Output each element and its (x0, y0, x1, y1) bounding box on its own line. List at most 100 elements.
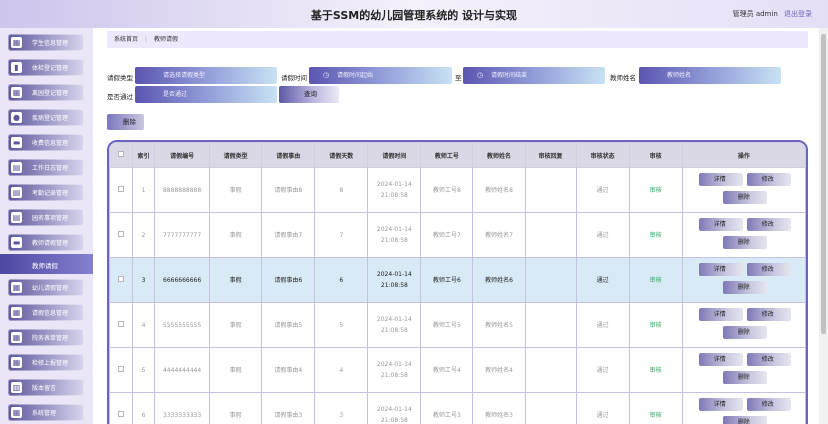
sidebar-item[interactable]: ▤ 考勤记录管理 (8, 184, 84, 201)
audit-link[interactable]: 审核 (650, 367, 662, 374)
sidebar-item[interactable]: ▮ 体检登记管理 (8, 59, 84, 76)
sidebar-item[interactable]: ▦ 离园登记管理 (8, 84, 84, 101)
teacher-name-input[interactable]: 教师姓名 (639, 67, 781, 84)
table-row[interactable]: 3 6666666666 事假 请假事由6 6 2024-01-14 21:08:58 教师… (109, 257, 806, 303)
column-header: 请假类型 (209, 142, 263, 168)
leave-type-select[interactable]: 请选择请假类型 (135, 67, 277, 84)
page-scrollbar[interactable] (819, 28, 828, 424)
sidebar-item[interactable]: ▦ 系统管理 (8, 404, 84, 421)
delete-button[interactable]: 删除 (722, 281, 767, 294)
edit-button[interactable]: 修改 (746, 398, 791, 411)
cell-reply (524, 257, 577, 303)
detail-button[interactable]: 详情 (698, 218, 743, 231)
to-label: 至 (455, 74, 462, 82)
delete-button[interactable]: 删除 (722, 191, 767, 204)
table-row[interactable]: 2 7777777777 事假 请假事由7 7 2024-01-14 21:08:58 教师… (109, 212, 806, 258)
cell-ops: 详情 修改删除 (681, 257, 806, 303)
table-row[interactable]: 4 5555555555 事假 请假事由5 5 2024-01-14 21:08:58 教师… (109, 302, 806, 348)
sidebar-item[interactable]: ▬ 教师请假管理 (8, 234, 84, 251)
cell-leave-no: 6666666666 (154, 257, 211, 303)
edit-button[interactable]: 修改 (746, 218, 791, 231)
checkbox[interactable] (118, 275, 125, 282)
cell-status: 通过 (575, 347, 630, 393)
delete-button[interactable]: 删除 (722, 326, 767, 339)
cell-time: 2024-01-14 21:08:58 (367, 347, 422, 393)
folder-icon: ▬ (11, 237, 22, 248)
passed-select[interactable]: 是否通过 (135, 86, 277, 103)
sidebar-item[interactable]: ▦ 学生信息管理 (8, 34, 84, 51)
edit-button[interactable]: 修改 (746, 353, 791, 366)
batch-delete-button[interactable]: 删除 (107, 114, 144, 130)
row-select-cell[interactable] (109, 347, 134, 393)
breadcrumb-home[interactable]: 系统首页 (114, 36, 138, 43)
row-select-cell[interactable] (109, 212, 134, 258)
start-date-input[interactable]: ◷ 请假时间起始 (309, 67, 452, 84)
sidebar-item[interactable]: ▦ 院务表单管理 (8, 329, 84, 346)
column-header: 操作 (681, 142, 806, 168)
cell-teacher-id: 教师工号7 (420, 212, 474, 258)
checkbox[interactable] (118, 410, 125, 417)
sidebar-item[interactable]: ▦ 检修上报管理 (8, 354, 84, 371)
sidebar: ▦ 学生信息管理 ▮ 体检登记管理 ▦ 离园登记管理 ● 疾病登记管理 ▬ 收费信息管理 … (0, 28, 93, 424)
cell-status: 通过 (575, 257, 630, 303)
row-select-cell[interactable] (109, 392, 134, 424)
row-select-cell[interactable] (109, 302, 134, 348)
audit-link[interactable]: 审核 (650, 187, 662, 194)
cell-teacher-name: 教师姓名4 (472, 347, 526, 393)
clock-icon: ◷ (323, 71, 330, 79)
checkbox[interactable] (118, 320, 125, 327)
edit-button[interactable]: 修改 (746, 173, 791, 186)
cell-reply (524, 347, 577, 393)
cell-index: 5 (132, 347, 156, 393)
cell-days: 3 (314, 392, 369, 424)
cell-teacher-id: 教师工号3 (420, 392, 474, 424)
detail-button[interactable]: 详情 (698, 398, 743, 411)
edit-button[interactable]: 修改 (746, 263, 791, 276)
cell-leave-no: 7777777777 (154, 212, 211, 258)
row-select-cell[interactable] (109, 167, 134, 213)
table-row[interactable]: 5 4444444444 事假 请假事由4 4 2024-01-14 21:08:58 教师… (109, 347, 806, 393)
delete-button[interactable]: 删除 (722, 371, 767, 384)
audit-link[interactable]: 审核 (650, 232, 662, 239)
sidebar-item[interactable]: ▥ 版本留言 (8, 379, 84, 396)
checkbox[interactable] (118, 365, 125, 372)
table-row[interactable]: 6 3333333333 事假 请假事由3 3 2024-01-14 21:08:58 教师… (109, 392, 806, 424)
cell-ops: 详情 修改删除 (681, 392, 806, 424)
column-header: 审核回复 (524, 142, 577, 168)
checkbox[interactable] (118, 151, 125, 157)
sidebar-item[interactable]: ● 疾病登记管理 (8, 109, 84, 126)
detail-button[interactable]: 详情 (698, 353, 743, 366)
column-header: 审核 (628, 142, 683, 168)
cell-reason: 请假事由5 (261, 302, 316, 348)
cell-teacher-name: 教师姓名3 (472, 392, 526, 424)
audit-link[interactable]: 审核 (650, 322, 662, 329)
sidebar-item[interactable]: ▦ 幼儿请假管理 (8, 279, 84, 296)
cell-leave-type: 事假 (209, 212, 263, 258)
audit-link[interactable]: 审核 (650, 412, 662, 419)
cell-index: 1 (132, 167, 156, 213)
edit-button[interactable]: 修改 (746, 308, 791, 321)
query-button[interactable]: 查询 (279, 86, 339, 103)
audit-link[interactable]: 审核 (650, 277, 662, 284)
scrollbar-thumb[interactable] (821, 34, 826, 334)
cell-leave-type: 事假 (209, 392, 263, 424)
detail-button[interactable]: 详情 (698, 173, 743, 186)
end-date-input[interactable]: ◷ 请假时间结束 (463, 67, 605, 84)
table-row[interactable]: 1 8888888888 事假 请假事由8 8 2024-01-14 21:08:58 教师… (109, 167, 806, 213)
delete-button[interactable]: 删除 (722, 416, 767, 424)
sidebar-item-active[interactable]: 教师请假 (0, 254, 93, 274)
detail-button[interactable]: 详情 (698, 308, 743, 321)
checkbox[interactable] (118, 185, 125, 192)
column-header: 请假时间 (367, 142, 422, 168)
sidebar-item[interactable]: ▤ 工作日志管理 (8, 159, 84, 176)
sidebar-item[interactable]: ▦ 请假信息管理 (8, 304, 84, 321)
sidebar-item[interactable]: ▬ 收费信息管理 (8, 134, 84, 151)
detail-button[interactable]: 详情 (698, 263, 743, 276)
select-all-cell[interactable] (109, 142, 134, 168)
checkbox[interactable] (118, 230, 125, 237)
cell-days: 8 (314, 167, 369, 213)
logout-link[interactable]: 退出登录 (784, 10, 812, 18)
sidebar-item[interactable]: ▤ 园务事项管理 (8, 209, 84, 226)
delete-button[interactable]: 删除 (722, 236, 767, 249)
row-select-cell[interactable] (109, 257, 134, 303)
